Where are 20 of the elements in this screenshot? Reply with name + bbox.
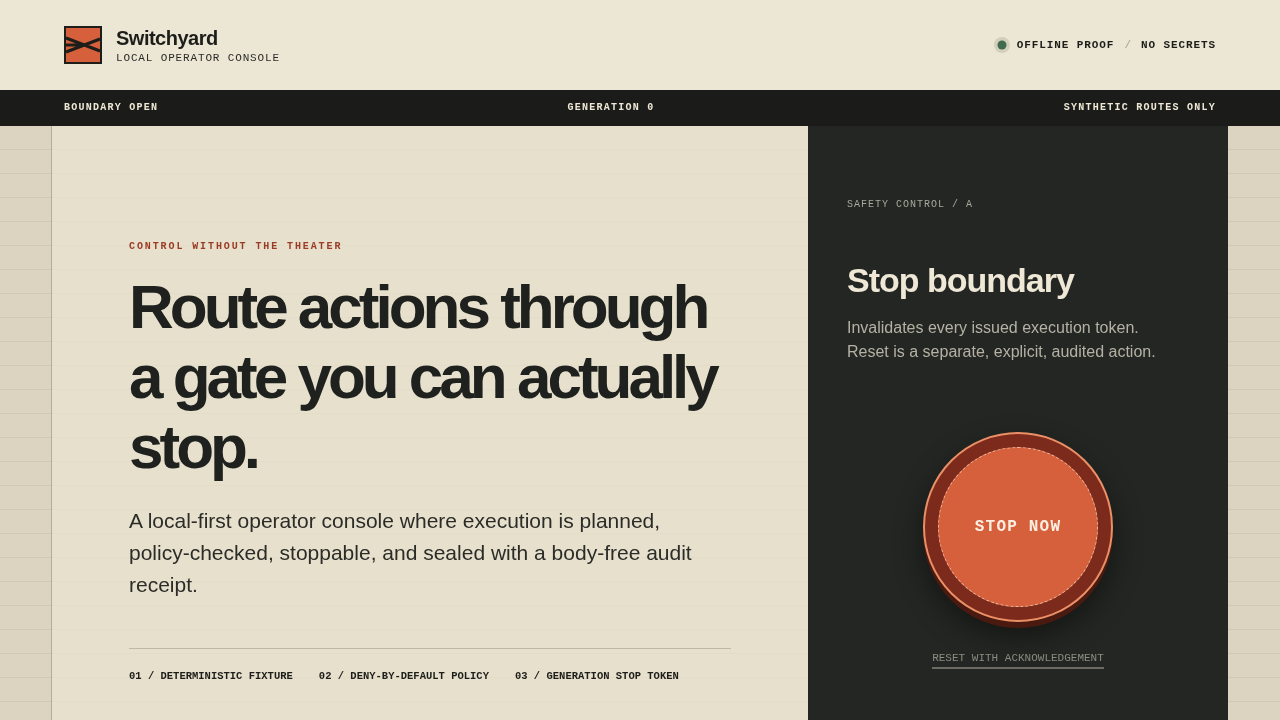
feature-label: 01 / DETERMINISTIC FIXTURE (129, 670, 293, 682)
reset-link[interactable]: RESET WITH ACKNOWLEDGEMENT (932, 651, 1104, 669)
hero-headline: Route actions through a gate you can actually stop. (129, 272, 718, 482)
panel-label: SAFETY CONTROL / A (847, 199, 975, 211)
brand-name: Switchyard (116, 27, 219, 49)
separator-text: / (1124, 38, 1131, 52)
feature-label: 02 / DENY-BY-DEFAULT POLICY (318, 670, 489, 682)
logo-icon (64, 26, 102, 64)
status-label: NO SECRETS (1141, 38, 1216, 52)
feature-label: 03 / GENERATION STOP TOKEN (514, 670, 679, 682)
status-bar-text: SYNTHETIC ROUTES ONLY (1063, 102, 1216, 114)
status-bar-text: BOUNDARY OPEN (64, 102, 159, 114)
eyebrow-label: CONTROL WITHOUT THE THEATER (129, 241, 344, 253)
status-label: OFFLINE PROOF (1016, 38, 1115, 52)
panel-title: Stop boundary (847, 260, 1076, 300)
panel-description: Invalidates every issued execution token. Reset is a separate, explicit, audited action. (847, 318, 1157, 362)
hero-description: A local-first operator console where execution is planned, policy-checked, stoppable, and sealed with a body-free audit receipt. (129, 508, 693, 598)
brand-tagline: LOCAL OPERATOR CONSOLE (116, 51, 280, 65)
status-bar-text: GENERATION 0 (567, 102, 655, 114)
status-dot-icon (993, 37, 1010, 53)
